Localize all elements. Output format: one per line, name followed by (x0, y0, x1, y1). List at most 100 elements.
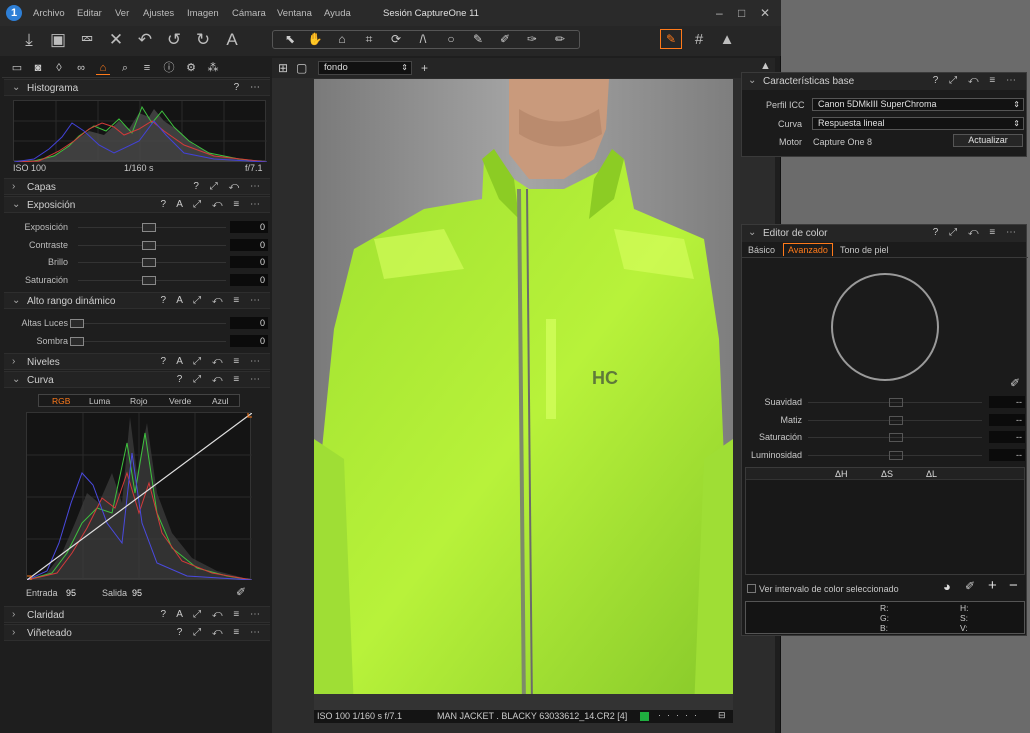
slider-knob[interactable] (142, 241, 156, 250)
saturation-value[interactable]: 0 (230, 274, 268, 286)
hdr-controls[interactable]: ? A ⤢ ↶ ≡ ⋯ (160, 295, 264, 306)
edit-mode-icon[interactable]: ✎ (660, 29, 682, 49)
color-editor-controls[interactable]: ? ⤢ ↶ ≡ ⋯ (933, 227, 1020, 238)
curve-tab-red[interactable]: Rojo (130, 396, 147, 406)
reset-icon[interactable]: ↶ (134, 29, 156, 51)
metadata-tab-icon[interactable]: ≡ (140, 61, 154, 75)
vignette-header[interactable]: › Viñeteado ? ⤢ ↶ ≡ ⋯ (4, 624, 270, 641)
layers-header[interactable]: › Capas ? ⤢ ↶ ⋯ (4, 178, 270, 195)
curve-select[interactable]: Respuesta lineal ⇕ (812, 117, 1024, 130)
annotate-icon[interactable]: ✑ (521, 30, 543, 49)
slider-knob[interactable] (70, 337, 84, 346)
tab-basic[interactable]: Básico (748, 244, 775, 256)
base-characteristics-controls[interactable]: ? ⤢ ↶ ≡ ⋯ (933, 75, 1020, 86)
spot-removal-icon[interactable]: ○ (440, 30, 462, 49)
slider-knob[interactable] (142, 276, 156, 285)
crop-icon[interactable]: ⌗ (358, 30, 380, 49)
slider-knob[interactable] (142, 223, 156, 232)
color-wheel[interactable] (831, 273, 939, 381)
luminosity-value[interactable]: -- (989, 449, 1025, 461)
keystone-icon[interactable]: /\ (412, 30, 434, 49)
slider-knob[interactable] (889, 398, 903, 407)
minimize-icon[interactable]: – (716, 6, 723, 20)
delete-icon[interactable]: ✕ (105, 29, 127, 51)
color-ranges-list[interactable] (745, 467, 1025, 575)
hdr-header[interactable]: ⌄ Alto rango dinámico ? A ⤢ ↶ ≡ ⋯ (4, 292, 270, 309)
hue-value[interactable]: -- (989, 414, 1025, 426)
add-range-icon[interactable]: + (988, 577, 997, 594)
filmstrip-icon[interactable]: ⊟ (718, 710, 726, 721)
menu-ver[interactable]: Ver (115, 8, 129, 19)
curve-graph[interactable] (25, 411, 254, 582)
highlights-value[interactable]: 0 (230, 317, 268, 329)
text-tool-icon[interactable]: A (221, 29, 243, 51)
batch-tab-icon[interactable]: ⁂ (206, 61, 220, 75)
exposure-value[interactable]: 0 (230, 221, 268, 233)
softness-value[interactable]: -- (989, 396, 1025, 408)
capture-tab-icon[interactable]: ◙ (31, 61, 45, 75)
green-tag-icon[interactable] (640, 712, 649, 721)
rating-dots[interactable]: ····· (658, 710, 703, 720)
grid-icon[interactable]: # (688, 29, 710, 51)
close-icon[interactable]: ✕ (760, 6, 770, 20)
curve-tab-luma[interactable]: Luma (89, 396, 110, 406)
exposure-tab-icon[interactable]: ⌂ (96, 61, 110, 75)
info-tab-icon[interactable]: ⓘ (162, 61, 176, 75)
menu-ajustes[interactable]: Ajustes (143, 8, 174, 19)
layers-controls[interactable]: ? ⤢ ↶ ⋯ (193, 181, 264, 192)
warning-icon[interactable]: ▲ (716, 29, 738, 51)
exposure-header[interactable]: ⌄ Exposición ? A ⤢ ↶ ≡ ⋯ (4, 196, 270, 213)
menu-archivo[interactable]: Archivo (33, 8, 65, 19)
brush-icon[interactable]: ✎ (467, 30, 489, 49)
select-cursor-icon[interactable]: ⬉ (279, 30, 301, 49)
loupe-icon[interactable]: ⌂ (331, 30, 353, 49)
slider-knob[interactable] (889, 433, 903, 442)
remove-range-icon[interactable]: − (1009, 577, 1018, 594)
lens-tab-icon[interactable]: ◊ (52, 61, 66, 75)
slider-knob[interactable] (889, 451, 903, 460)
color-picker-icon[interactable]: ✐ (1010, 376, 1020, 390)
pan-hand-icon[interactable]: ✋ (304, 30, 326, 49)
tab-advanced[interactable]: Avanzado (783, 243, 833, 256)
color-picker-add-icon[interactable]: ✐ (965, 579, 975, 593)
color-wheel-icon[interactable]: ◕ (943, 579, 951, 594)
show-range-checkbox[interactable] (747, 584, 756, 593)
curve-tab-rgb[interactable]: RGB (52, 396, 70, 406)
color-tab-icon[interactable]: ∞ (74, 61, 88, 75)
vignette-controls[interactable]: ? ⤢ ↶ ≡ ⋯ (177, 627, 264, 638)
maximize-icon[interactable]: □ (738, 6, 745, 20)
clarity-controls[interactable]: ? A ⤢ ↶ ≡ ⋯ (160, 609, 264, 620)
menu-imagen[interactable]: Imagen (187, 8, 219, 19)
slider-knob[interactable] (889, 416, 903, 425)
details-tab-icon[interactable]: ⌕ (118, 61, 132, 75)
user-icon[interactable]: ▲ (760, 60, 771, 72)
clarity-header[interactable]: › Claridad ? A ⤢ ↶ ≡ ⋯ (4, 606, 270, 623)
redo-icon[interactable]: ↻ (192, 29, 214, 51)
multi-view-icon[interactable]: ⊞ (278, 61, 288, 75)
single-view-icon[interactable]: ▢ (296, 61, 307, 75)
update-button[interactable]: Actualizar (953, 134, 1023, 147)
slider-track[interactable] (72, 341, 226, 342)
icc-profile-select[interactable]: Canon 5DMkIII SuperChroma ⇕ (812, 98, 1024, 111)
menu-camara[interactable]: Cámara (232, 8, 266, 19)
library-tab-icon[interactable]: ▭ (10, 61, 24, 75)
exposure-controls[interactable]: ? A ⤢ ↶ ≡ ⋯ (160, 199, 264, 210)
histogram-controls[interactable]: ? ⋯ (234, 82, 264, 93)
eyedropper-icon[interactable]: ✐ (494, 30, 516, 49)
menu-editar[interactable]: Editar (77, 8, 102, 19)
brightness-value[interactable]: 0 (230, 256, 268, 268)
camera-capture-icon[interactable]: ▣ (47, 29, 69, 51)
shadows-value[interactable]: 0 (230, 335, 268, 347)
histogram-header[interactable]: ⌄ Histograma ? ⋯ (4, 79, 270, 96)
saturation-edit-value[interactable]: -- (989, 431, 1025, 443)
menu-ventana[interactable]: Ventana (277, 8, 312, 19)
color-editor-header[interactable]: ⌄ Editor de color ? ⤢ ↶ ≡ ⋯ (742, 225, 1026, 242)
curve-tab-green[interactable]: Verde (169, 396, 191, 406)
eraser-icon[interactable]: ✏ (549, 30, 571, 49)
base-characteristics-header[interactable]: ⌄ Características base ? ⤢ ↶ ≡ ⋯ (742, 73, 1026, 90)
curve-picker-icon[interactable]: ✐ (236, 585, 246, 599)
menu-ayuda[interactable]: Ayuda (324, 8, 351, 19)
rotate-icon[interactable]: ⟳ (385, 30, 407, 49)
add-variant-icon[interactable]: + (421, 61, 428, 75)
curve-tab-blue[interactable]: Azul (212, 396, 229, 406)
